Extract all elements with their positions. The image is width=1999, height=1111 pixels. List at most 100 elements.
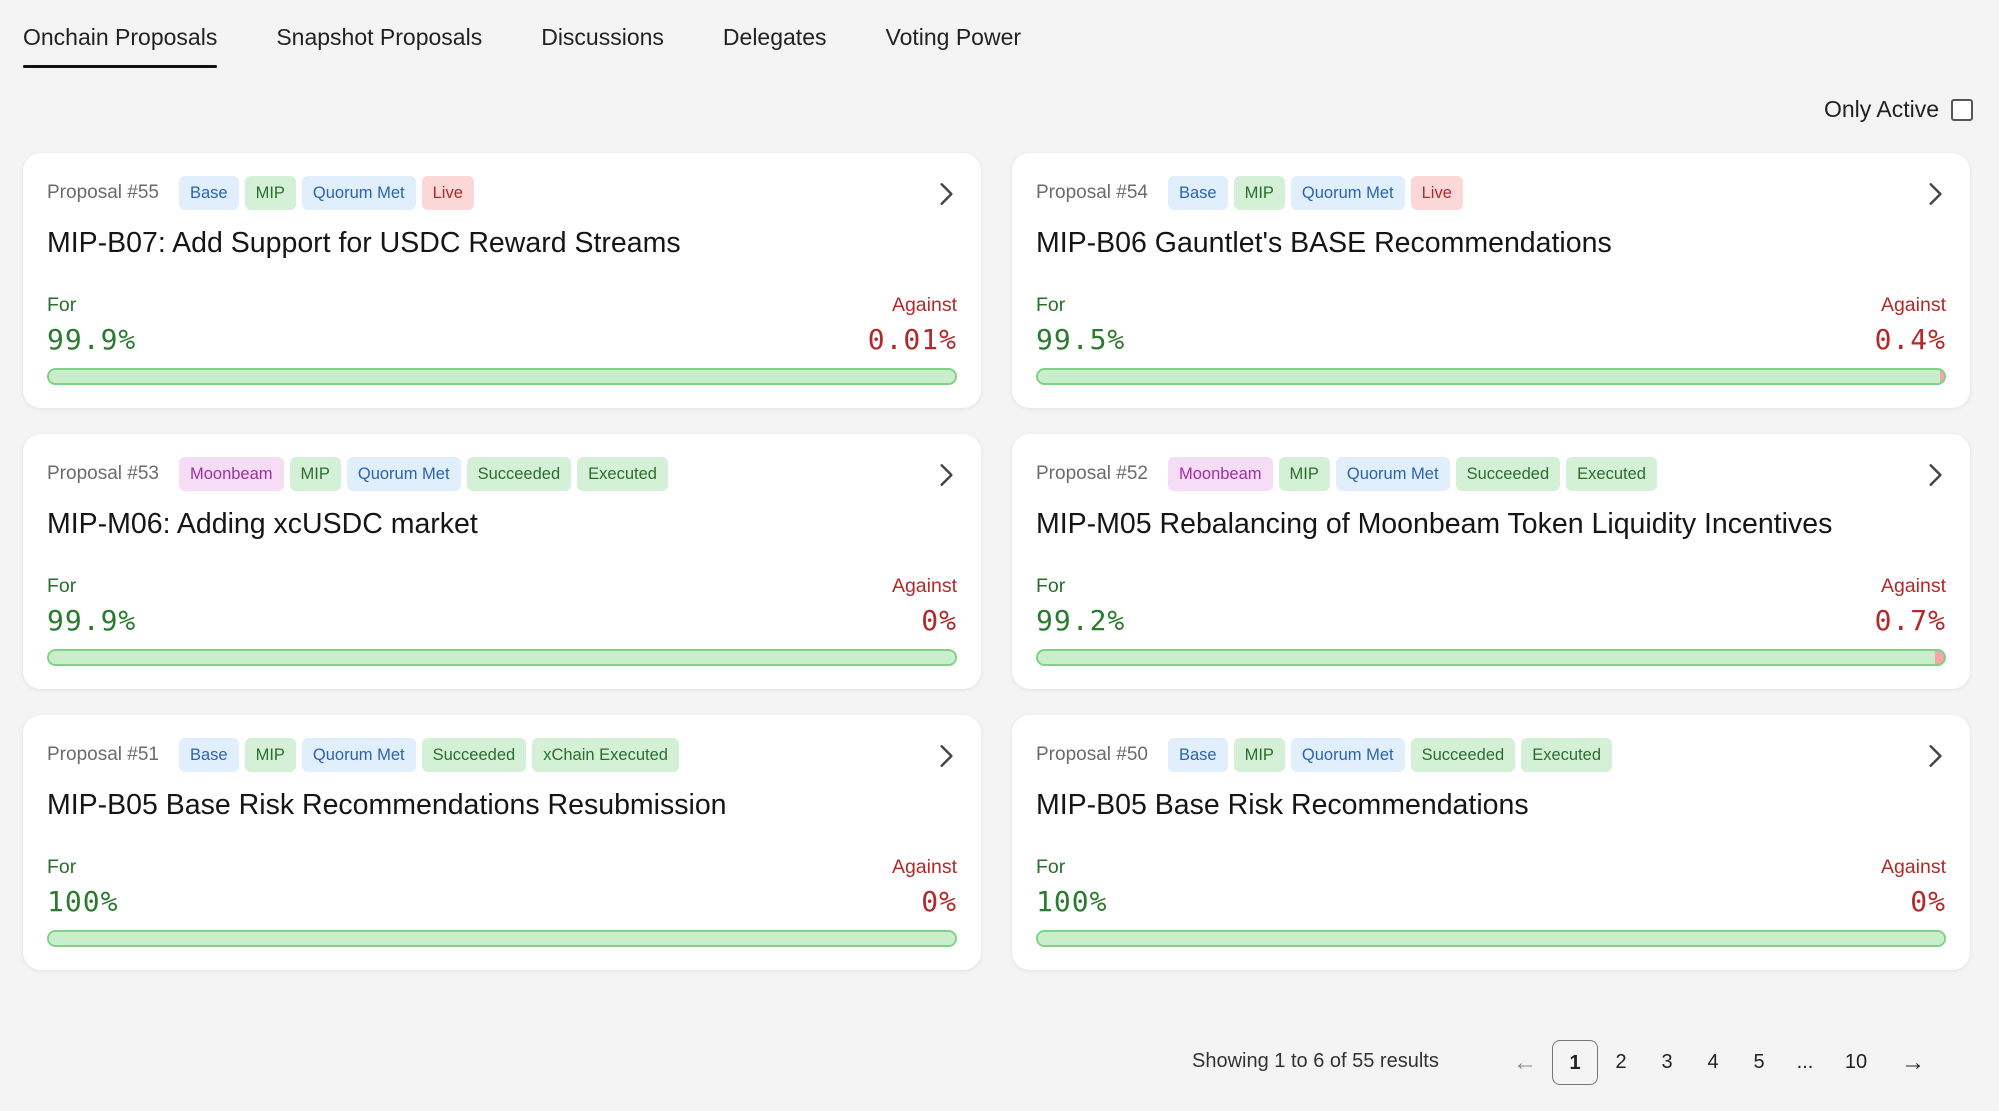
tab-onchain-proposals[interactable]: Onchain Proposals [23, 0, 218, 70]
proposal-card[interactable]: Proposal #51 Base MIP Quorum Met Succeeded xC… [23, 715, 981, 970]
status-badge: Succeeded [466, 457, 572, 491]
page-button[interactable]: 4 [1690, 1040, 1736, 1085]
proposal-title[interactable]: MIP-M05 Rebalancing of Moonbeam Token Li… [1036, 508, 1832, 541]
for-percentage: 99.9% [47, 604, 137, 637]
status-badge: Quorum Met [346, 457, 461, 491]
proposal-grid: Proposal #55 Base MIP Quorum Met Live MIP-B07… [23, 153, 1970, 970]
page-button[interactable]: 5 [1736, 1040, 1782, 1085]
arrow-left-icon[interactable]: ← [1510, 1049, 1540, 1077]
against-label: Against [1880, 294, 1946, 316]
status-badge: Moonbeam [178, 457, 284, 491]
vote-progress-bar [1036, 930, 1946, 947]
proposal-number: Proposal #51 [47, 744, 159, 765]
against-label: Against [1880, 856, 1946, 878]
proposal-tags: Base MIP Quorum Met Succeeded Executed [1167, 738, 1612, 772]
proposal-tags: Base MIP Quorum Met Live [1167, 176, 1463, 210]
status-badge: Quorum Met [1335, 457, 1450, 491]
status-badge: Executed [1521, 738, 1612, 772]
proposal-card[interactable]: Proposal #54 Base MIP Quorum Met Live MIP-B06… [1012, 153, 1970, 408]
proposal-header: Proposal #51 Base MIP Quorum Met Succeeded xC… [47, 738, 679, 772]
page-button[interactable]: 1 [1552, 1040, 1598, 1085]
proposal-header: Proposal #53 Moonbeam MIP Quorum Met Succeed… [47, 457, 668, 491]
only-active-checkbox[interactable] [1951, 98, 1973, 121]
tab-delegates[interactable]: Delegates [723, 0, 827, 70]
proposal-card[interactable]: Proposal #55 Base MIP Quorum Met Live MIP-B07… [23, 153, 981, 408]
proposal-header: Proposal #54 Base MIP Quorum Met Live [1036, 176, 1463, 210]
proposal-title[interactable]: MIP-B06 Gauntlet's BASE Recommendations [1036, 227, 1612, 260]
status-badge: MIP [289, 457, 341, 491]
for-label: For [47, 294, 77, 316]
results-summary: Showing 1 to 6 of 55 results [1192, 1050, 1439, 1072]
tab-voting-power[interactable]: Voting Power [886, 0, 1022, 70]
proposal-header: Proposal #55 Base MIP Quorum Met Live [47, 176, 474, 210]
chevron-right-icon[interactable] [1922, 743, 1948, 769]
against-label: Against [891, 856, 957, 878]
proposal-number: Proposal #53 [47, 463, 159, 484]
vote-progress-fill [1038, 651, 1935, 664]
status-badge: Succeeded [421, 738, 527, 772]
for-percentage: 100% [47, 885, 119, 918]
proposal-card[interactable]: Proposal #50 Base MIP Quorum Met Succeeded Ex… [1012, 715, 1970, 970]
proposal-number: Proposal #54 [1036, 182, 1148, 203]
proposal-tabs: Onchain Proposals Snapshot Proposals Dis… [23, 0, 1080, 72]
tab-snapshot-proposals[interactable]: Snapshot Proposals [276, 0, 482, 70]
status-badge: xChain Executed [532, 738, 679, 772]
chevron-right-icon[interactable] [1922, 181, 1948, 207]
chevron-right-icon[interactable] [933, 743, 959, 769]
against-label: Against [1880, 575, 1946, 597]
status-badge: Base [1167, 176, 1228, 210]
for-label: For [1036, 575, 1066, 597]
status-badge: MIP [1233, 738, 1285, 772]
only-active-filter[interactable]: Only Active [1824, 96, 1973, 123]
proposal-header: Proposal #50 Base MIP Quorum Met Succeeded Ex… [1036, 738, 1612, 772]
against-label: Against [891, 575, 957, 597]
proposal-card[interactable]: Proposal #53 Moonbeam MIP Quorum Met Succeed… [23, 434, 981, 689]
status-badge: MIP [244, 176, 296, 210]
against-percentage: 0.4% [1874, 323, 1946, 356]
status-badge: Succeeded [1455, 457, 1561, 491]
for-label: For [1036, 856, 1066, 878]
page-button[interactable]: 3 [1644, 1040, 1690, 1085]
status-badge: MIP [244, 738, 296, 772]
proposal-header: Proposal #52 Moonbeam MIP Quorum Met Succeed… [1036, 457, 1657, 491]
proposal-title[interactable]: MIP-B05 Base Risk Recommendations [1036, 789, 1529, 822]
chevron-right-icon[interactable] [1922, 462, 1948, 488]
chevron-right-icon[interactable] [933, 181, 959, 207]
for-label: For [47, 575, 77, 597]
status-badge: Moonbeam [1167, 457, 1273, 491]
proposal-number: Proposal #52 [1036, 463, 1148, 484]
governance-page: Onchain Proposals Snapshot Proposals Dis… [0, 0, 1999, 1111]
for-percentage: 99.2% [1036, 604, 1126, 637]
proposal-tags: Moonbeam MIP Quorum Met Succeeded Executed [178, 457, 668, 491]
pagination-ellipsis: ... [1796, 1051, 1814, 1073]
only-active-label: Only Active [1823, 96, 1939, 122]
status-badge: Base [1167, 738, 1228, 772]
vote-progress-bar [47, 930, 957, 947]
tab-discussions[interactable]: Discussions [541, 0, 664, 70]
chevron-right-icon[interactable] [933, 462, 959, 488]
proposal-title[interactable]: MIP-M06: Adding xcUSDC market [47, 508, 478, 541]
vote-progress-bar [47, 649, 957, 666]
proposal-tags: Base MIP Quorum Met Succeeded xChain Execute… [178, 738, 679, 772]
status-badge: Executed [577, 457, 668, 491]
page-button[interactable]: 10 [1828, 1040, 1884, 1085]
arrow-right-icon[interactable]: → [1898, 1049, 1928, 1077]
for-percentage: 100% [1036, 885, 1108, 918]
page-button[interactable]: 2 [1598, 1040, 1644, 1085]
for-label: For [1036, 294, 1066, 316]
proposal-title[interactable]: MIP-B05 Base Risk Recommendations Resubm… [47, 789, 727, 822]
status-badge: Base [178, 176, 239, 210]
against-percentage: 0% [921, 604, 957, 637]
vote-progress-fill [49, 370, 955, 383]
against-percentage: 0% [1910, 885, 1946, 918]
proposal-number: Proposal #50 [1036, 744, 1148, 765]
vote-progress-fill [1038, 370, 1941, 383]
vote-progress-fill [49, 932, 955, 945]
for-label: For [47, 856, 77, 878]
vote-progress-fill [1038, 932, 1944, 945]
for-percentage: 99.5% [1036, 323, 1126, 356]
vote-progress-fill [49, 651, 955, 664]
proposal-title[interactable]: MIP-B07: Add Support for USDC Reward Str… [47, 227, 681, 260]
proposal-card[interactable]: Proposal #52 Moonbeam MIP Quorum Met Succeed… [1012, 434, 1970, 689]
proposal-number: Proposal #55 [47, 182, 159, 203]
